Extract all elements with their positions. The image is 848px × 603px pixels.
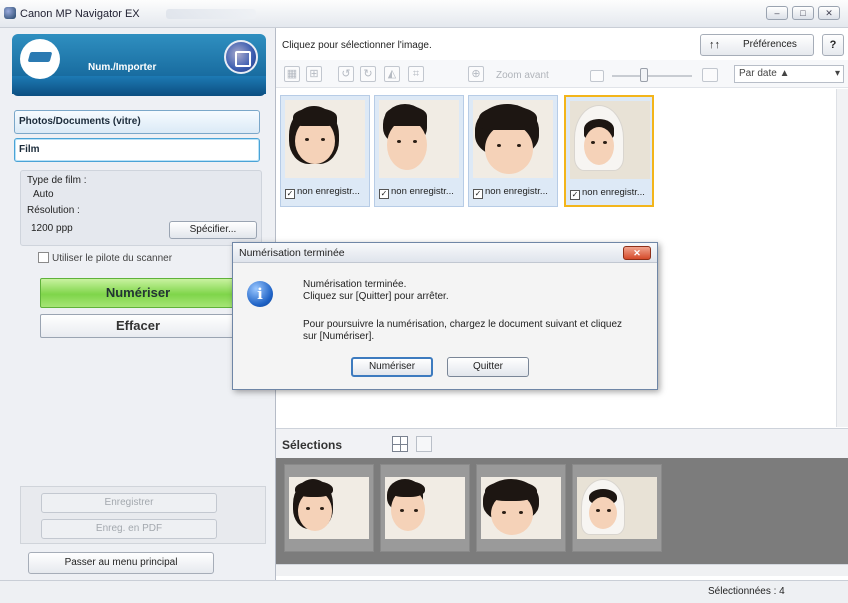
thumbnail-label: non enregistr... [297, 186, 360, 197]
thumbnail-label: non enregistr... [391, 186, 454, 197]
checkbox-checked-icon[interactable]: ✓ [379, 189, 389, 199]
photo-child [285, 100, 365, 178]
large-thumb-icon [702, 68, 718, 82]
mirror-icon[interactable]: ◭ [384, 66, 400, 82]
dialog-quit-button[interactable]: Quitter [447, 357, 529, 377]
dialog-message-line-1: Numérisation terminée. [303, 279, 407, 290]
minimize-button[interactable]: – [766, 6, 788, 20]
photo-child [481, 477, 561, 539]
dialog-scan-button[interactable]: Numériser [351, 357, 433, 377]
thumbnail-label: non enregistr... [582, 187, 645, 198]
selected-thumbnail[interactable] [284, 464, 374, 552]
checkbox-checked-icon[interactable]: ✓ [570, 190, 580, 200]
mode-label: Num./Importer [88, 62, 157, 73]
scanner-driver-label: Utiliser le pilote du scanner [52, 253, 173, 264]
selected-count: Sélectionnées : 4 [708, 586, 785, 597]
photo-child [385, 477, 465, 539]
photo-child [289, 477, 369, 539]
save-panel: Enregistrer Enreg. en PDF [20, 486, 266, 544]
thumbnail-caption[interactable]: ✓ non enregistr... [570, 187, 645, 200]
select-image-hint: Cliquez pour sélectionner l'image. [282, 40, 432, 51]
source-photos-documents-button[interactable]: Photos/Documents (vitre) [14, 110, 260, 134]
sort-order-select[interactable]: Par date ▲ ▾ [734, 65, 844, 83]
scanner-driver-checkbox[interactable]: Utiliser le pilote du scanner [38, 252, 172, 264]
thumbnail-label: non enregistr... [485, 186, 548, 197]
checkbox-checked-icon[interactable]: ✓ [473, 189, 483, 199]
save-button[interactable]: Enregistrer [41, 493, 217, 513]
help-button[interactable]: ? [822, 34, 844, 56]
image-toolbar: ▦ ⊞ ↺ ↻ ◭ ⌗ ⊕ Zoom avant Par date ▲ ▾ [276, 60, 848, 88]
specify-button[interactable]: Spécifier... [169, 221, 257, 239]
info-icon: i [247, 281, 273, 307]
dialog-close-button[interactable]: ✕ [623, 246, 651, 260]
gallery-scrollbar[interactable] [836, 89, 848, 427]
grid-view-icon[interactable]: ▦ [284, 66, 300, 82]
dialog-message-line-3: Pour poursuivre la numérisation, chargez… [303, 319, 623, 330]
thumbnail-caption[interactable]: ✓ non enregistr... [379, 186, 454, 199]
list-view-icon[interactable] [416, 436, 432, 452]
thumbnail-size-slider[interactable] [612, 75, 692, 77]
resolution-label: Résolution : [27, 205, 80, 216]
preferences-label: Préférences [743, 39, 797, 50]
checkbox-checked-icon[interactable]: ✓ [285, 189, 295, 199]
grid-view-icon[interactable] [392, 436, 408, 452]
selections-header: Sélections [276, 428, 848, 458]
scan-complete-dialog: Numérisation terminée ✕ i Numérisation t… [232, 242, 658, 390]
grid-view-large-icon[interactable]: ⊞ [306, 66, 322, 82]
thumbnail-caption[interactable]: ✓ non enregistr... [285, 186, 360, 199]
selected-thumbnail[interactable] [476, 464, 566, 552]
thumbnail-selected[interactable]: ✓ non enregistr... [564, 95, 654, 207]
close-window-button[interactable]: ✕ [818, 6, 840, 20]
mode-header: Num./Importer [12, 34, 266, 114]
source-film-button[interactable]: Film [14, 138, 260, 162]
scan-button[interactable]: Numériser [40, 278, 236, 308]
preferences-button[interactable]: ↑↑ Préférences [700, 34, 814, 56]
selections-scrollbar[interactable] [276, 564, 848, 576]
dialog-title: Numérisation terminée [239, 247, 345, 259]
film-settings-panel: Type de film : Auto Résolution : 1200 pp… [20, 170, 262, 246]
dialog-message-line-4: sur [Numériser]. [303, 331, 375, 342]
small-thumb-icon [590, 70, 604, 82]
photo-child [473, 100, 553, 178]
resolution-value: 1200 ppp [31, 223, 73, 234]
checkbox-box[interactable] [38, 252, 49, 263]
dialog-title-bar: Numérisation terminée ✕ [233, 243, 657, 263]
selections-tray [276, 458, 848, 564]
title-bar: Canon MP Navigator EX – □ ✕ [0, 0, 848, 28]
film-type-value: Auto [33, 189, 54, 200]
photo-child-hooded [570, 101, 650, 179]
status-bar: Sélectionnées : 4 [0, 580, 848, 603]
crop-icon[interactable]: ⌗ [408, 66, 424, 82]
preferences-icon: ↑↑ [709, 39, 720, 51]
zoom-in-label: Zoom avant [496, 70, 549, 81]
save-pdf-button[interactable]: Enreg. en PDF [41, 519, 217, 539]
selected-thumbnail[interactable] [380, 464, 470, 552]
dialog-message-line-2: Cliquez sur [Quitter] pour arrêter. [303, 291, 449, 302]
thumbnail[interactable]: ✓ non enregistr... [468, 95, 558, 207]
selections-label: Sélections [282, 438, 343, 452]
sort-order-value: Par date ▲ [739, 68, 790, 79]
app-icon [4, 7, 16, 19]
film-type-label: Type de film : [27, 175, 87, 186]
photo-child [379, 100, 459, 178]
rotate-left-icon[interactable]: ↺ [338, 66, 354, 82]
clear-button[interactable]: Effacer [40, 314, 236, 338]
zoom-in-icon[interactable]: ⊕ [468, 66, 484, 82]
scanner-icon [20, 39, 60, 79]
thumbnail[interactable]: ✓ non enregistr... [374, 95, 464, 207]
slider-handle[interactable] [640, 68, 648, 82]
selected-thumbnail[interactable] [572, 464, 662, 552]
one-click-mode-icon[interactable] [224, 40, 258, 74]
window-title: Canon MP Navigator EX [20, 8, 140, 20]
thumbnail[interactable]: ✓ non enregistr... [280, 95, 370, 207]
rotate-right-icon[interactable]: ↻ [360, 66, 376, 82]
chevron-down-icon: ▾ [834, 68, 840, 79]
main-menu-button[interactable]: Passer au menu principal [28, 552, 214, 574]
blurred-title-extra [166, 9, 256, 19]
photo-child-hooded [577, 477, 657, 539]
maximize-button[interactable]: □ [792, 6, 814, 20]
thumbnail-caption[interactable]: ✓ non enregistr... [473, 186, 548, 199]
